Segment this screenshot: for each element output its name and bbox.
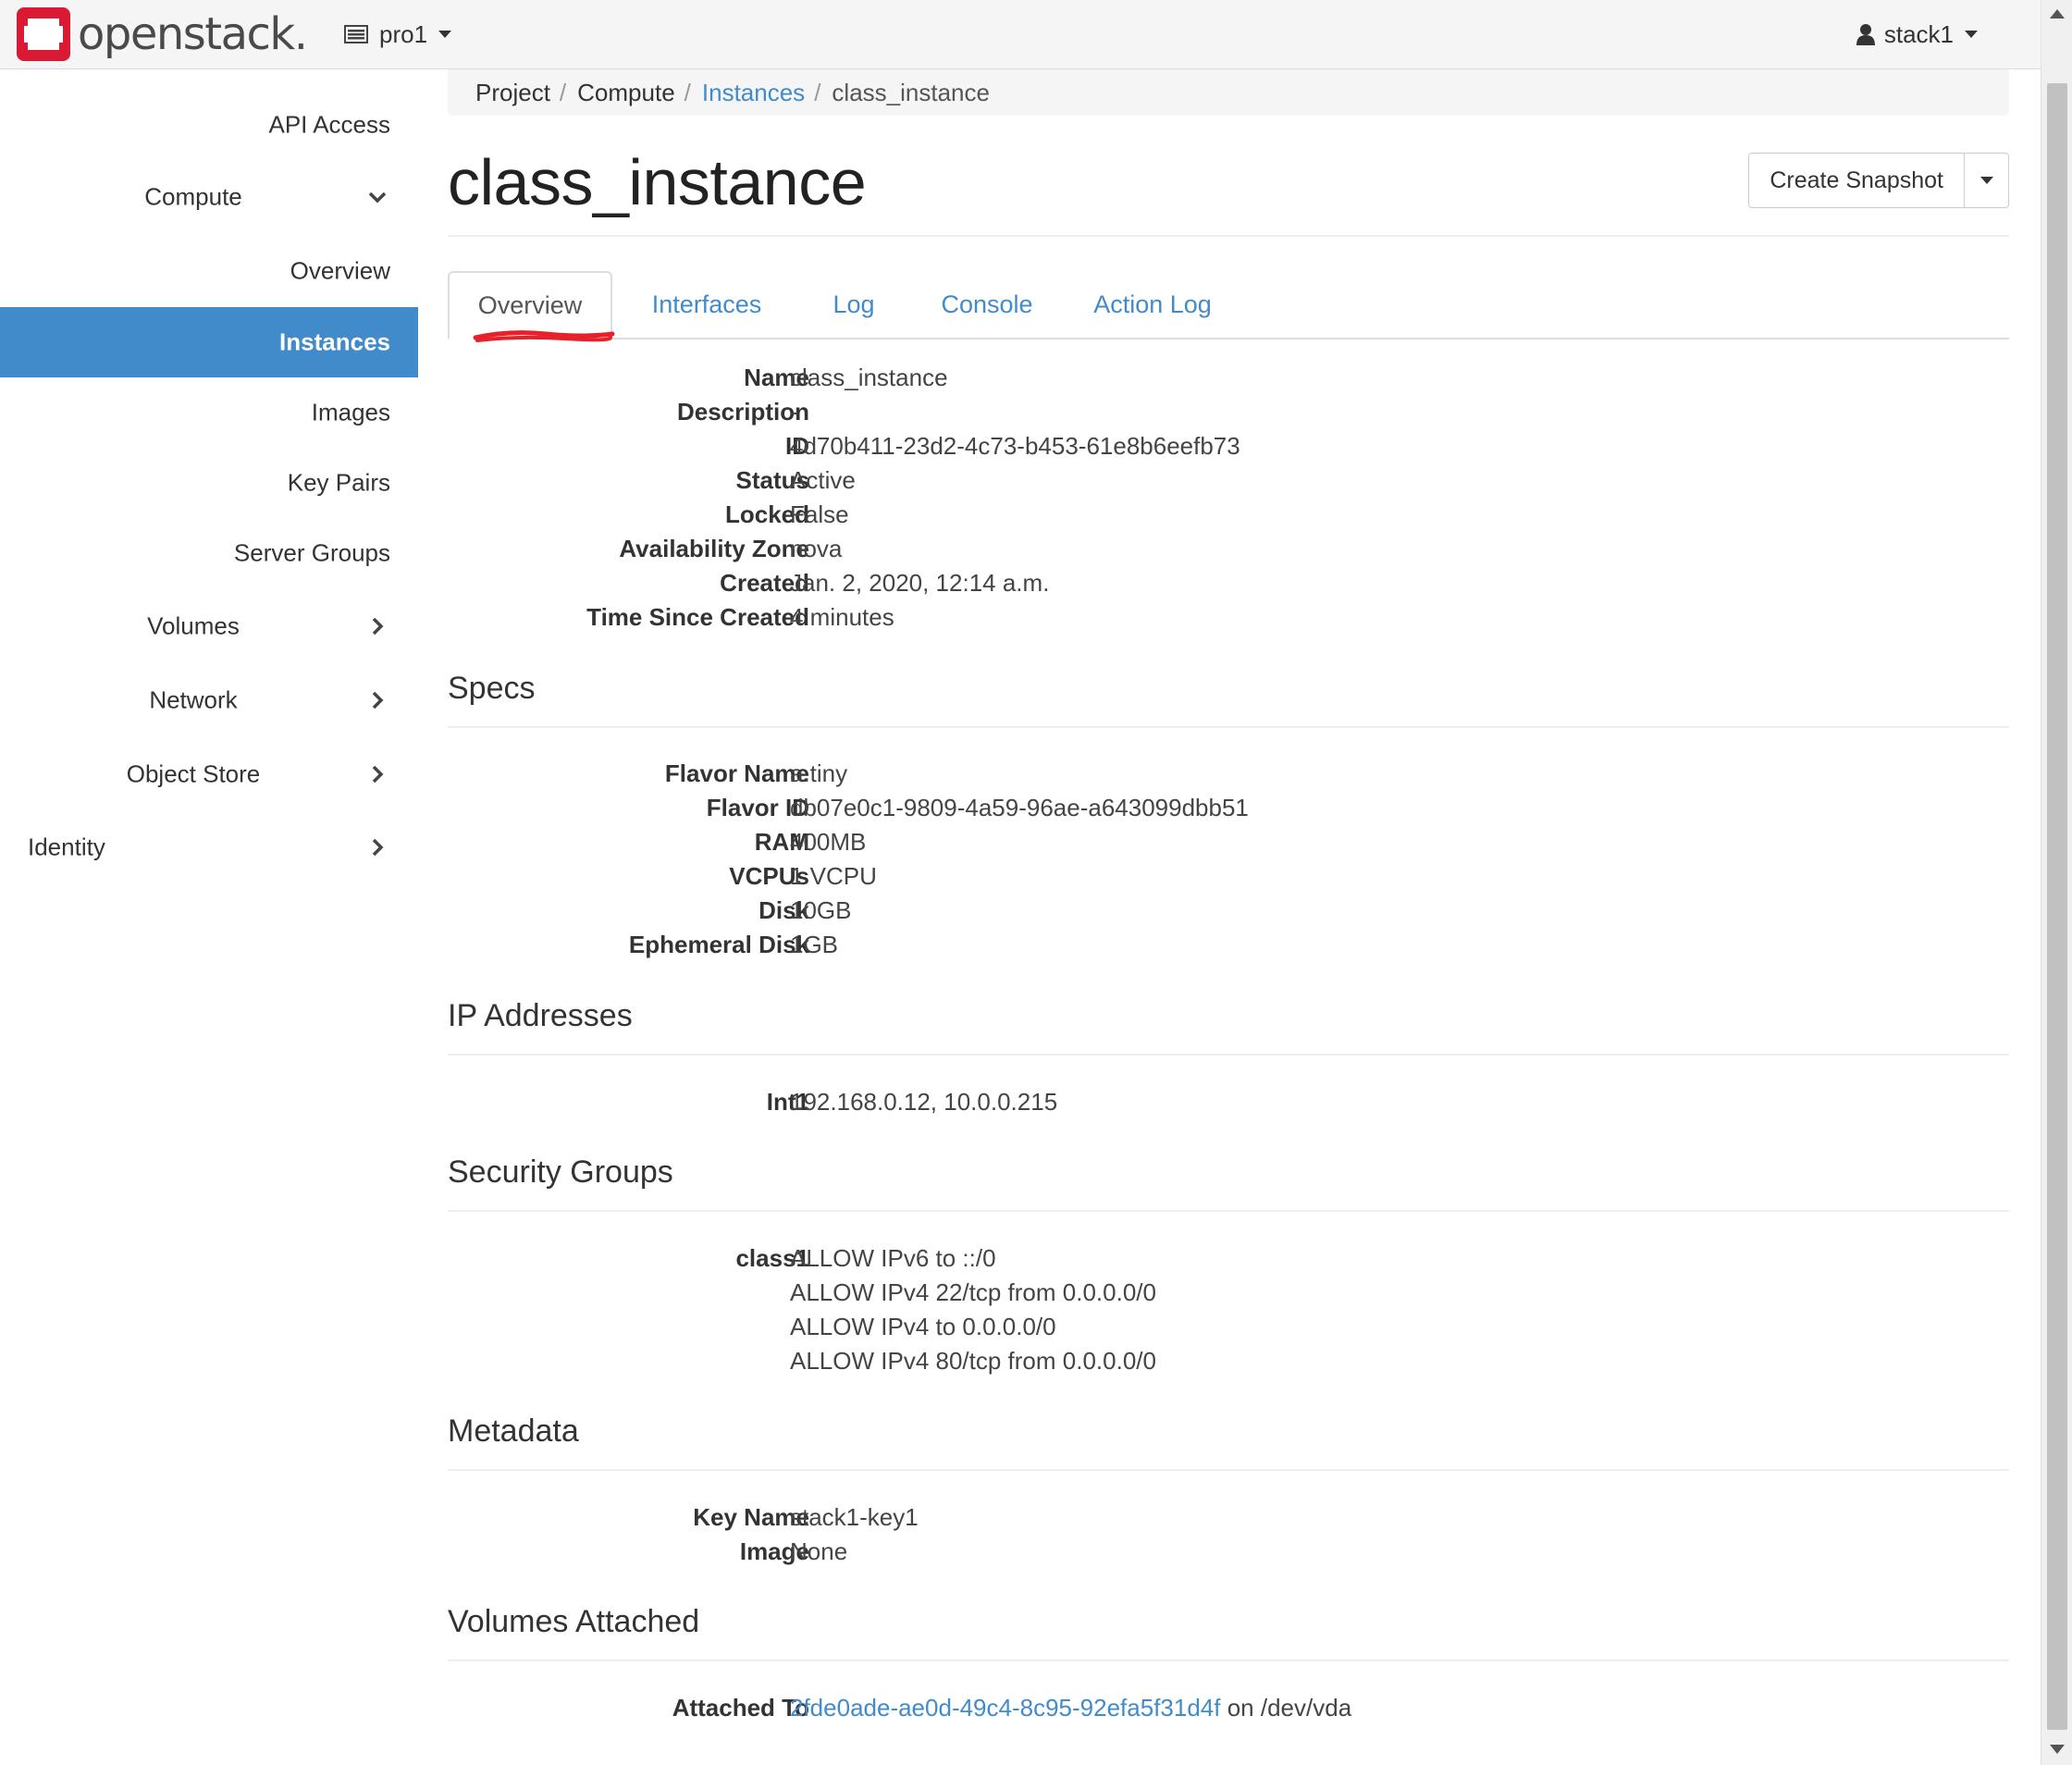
chevron-down-icon <box>368 191 387 204</box>
scroll-up-arrow-icon[interactable] <box>2050 9 2065 19</box>
section-title-metadata: Metadata <box>448 1413 579 1449</box>
detail-row-ram: RAM 400MB <box>754 828 867 856</box>
user-dropdown[interactable]: stack1 <box>1856 15 1978 54</box>
page-title: class_instance <box>448 146 867 218</box>
create-snapshot-button[interactable]: Create Snapshot <box>1748 153 1965 208</box>
snapshot-button-group: Create Snapshot <box>1748 153 2009 208</box>
detail-row-key-name: Key Name stack1-key1 <box>693 1503 919 1531</box>
project-dropdown[interactable]: pro1 <box>344 15 452 54</box>
sidebar-item-instances[interactable]: Instances <box>0 307 418 377</box>
sidebar-group-network[interactable]: Network <box>0 665 418 735</box>
actions-dropdown-toggle[interactable] <box>1965 153 2009 208</box>
detail-row-status: Status Active <box>735 466 856 494</box>
section-divider <box>448 1210 2009 1212</box>
brand-name: openstack. <box>78 8 308 60</box>
section-divider <box>448 1054 2009 1055</box>
project-name: pro1 <box>379 19 428 48</box>
section-title-specs: Specs <box>448 671 536 706</box>
scroll-thumb[interactable] <box>2047 83 2067 1730</box>
security-rule: ALLOW IPv4 80/tcp from 0.0.0.0/0 <box>790 1347 1156 1375</box>
openstack-logo-icon <box>17 7 70 61</box>
tab-log[interactable]: Log <box>796 271 912 338</box>
title-divider <box>448 235 2009 237</box>
detail-row-security-rule: ALLOW IPv4 to 0.0.0.0/0 <box>448 1313 2009 1347</box>
chevron-right-icon <box>372 838 384 857</box>
breadcrumb-separator: / <box>814 78 821 106</box>
detail-tabs: Overview Interfaces Log Console Action L… <box>448 271 2009 342</box>
user-name: stack1 <box>1883 19 1954 48</box>
vertical-scrollbar[interactable] <box>2041 0 2072 1765</box>
detail-row-name: Name class_instance <box>744 364 948 391</box>
caret-down-icon <box>1965 31 1978 38</box>
section-divider <box>448 1660 2009 1661</box>
breadcrumb-compute: Compute <box>577 78 675 106</box>
detail-row-attached-to: Attached To 2fde0ade-ae0d-49c4-8c95-92ef… <box>672 1694 1352 1722</box>
caret-down-icon <box>438 31 452 38</box>
detail-row-image: Image None <box>739 1537 848 1565</box>
security-rule: ALLOW IPv4 22/tcp from 0.0.0.0/0 <box>790 1278 1156 1306</box>
chevron-right-icon <box>372 691 384 710</box>
sidebar-group-compute[interactable]: Compute <box>0 162 418 232</box>
security-rule: ALLOW IPv4 to 0.0.0.0/0 <box>790 1313 1056 1340</box>
section-title-ip-addresses: IP Addresses <box>448 998 633 1033</box>
sidebar-item-overview[interactable]: Overview <box>0 236 418 306</box>
chevron-right-icon <box>372 765 384 784</box>
volume-mount-point: on /dev/vda <box>1220 1694 1352 1722</box>
section-title-volumes-attached: Volumes Attached <box>448 1604 700 1639</box>
detail-row-id: ID 4d70b411-23d2-4c73-b453-61e8b6eefb73 <box>785 432 1240 460</box>
top-navbar: openstack. pro1 stack1 <box>0 0 2041 69</box>
section-divider <box>448 726 2009 728</box>
breadcrumb-separator: / <box>559 78 567 106</box>
brand[interactable]: openstack. <box>17 6 308 63</box>
breadcrumb-current: class_instance <box>832 78 990 106</box>
detail-row-availability-zone: Availability Zone nova <box>619 535 843 562</box>
sidebar-group-identity[interactable]: Identity <box>0 812 418 882</box>
detail-row-disk: Disk 10GB <box>758 896 852 924</box>
sidebar-group-volumes[interactable]: Volumes <box>0 591 418 661</box>
detail-row-flavor-id: Flavor ID db07e0c1-9809-4a59-96ae-a64309… <box>706 794 1249 821</box>
scroll-down-arrow-icon[interactable] <box>2050 1745 2065 1754</box>
sidebar-group-object-store[interactable]: Object Store <box>0 739 418 809</box>
detail-row-description: Description - <box>676 398 809 426</box>
project-list-icon <box>344 25 368 43</box>
detail-row-created: Created Jan. 2, 2020, 12:14 a.m. <box>720 569 1050 597</box>
detail-row-vcpus: VCPUs 1 VCPU <box>729 862 877 890</box>
detail-row-ephemeral-disk: Ephemeral Disk 1GB <box>628 931 839 958</box>
breadcrumb-instances-link[interactable]: Instances <box>702 79 805 107</box>
sidebar-item-key-pairs[interactable]: Key Pairs <box>0 448 418 518</box>
tab-action-log[interactable]: Action Log <box>1062 271 1243 338</box>
user-icon <box>1856 24 1875 45</box>
detail-row-security-rule: ALLOW IPv4 22/tcp from 0.0.0.0/0 <box>448 1278 2009 1313</box>
detail-row-security-rule: ALLOW IPv4 80/tcp from 0.0.0.0/0 <box>448 1347 2009 1381</box>
red-annotation-underline <box>473 330 615 342</box>
detail-row-security-group: class1 ALLOW IPv6 to ::/0 <box>735 1244 996 1272</box>
tab-overview[interactable]: Overview <box>448 271 615 342</box>
sidebar-item-server-groups[interactable]: Server Groups <box>0 518 418 588</box>
sidebar-item-images[interactable]: Images <box>0 377 418 448</box>
breadcrumb: Project / Compute / Instances / class_in… <box>448 69 2009 116</box>
breadcrumb-separator: / <box>684 78 691 106</box>
breadcrumb-project: Project <box>475 78 550 106</box>
detail-row-network: Int1 192.168.0.12, 10.0.0.215 <box>766 1088 1058 1116</box>
detail-row-flavor-name: Flavor Name a.tiny <box>664 759 848 787</box>
detail-row-locked: Locked False <box>724 500 849 528</box>
sidebar: API Access Compute Overview Instances Im… <box>0 69 418 1765</box>
section-title-security-groups: Security Groups <box>448 1154 673 1190</box>
security-rule: ALLOW IPv6 to ::/0 <box>790 1244 996 1272</box>
tab-interfaces[interactable]: Interfaces <box>618 271 796 338</box>
sidebar-item-api-access[interactable]: API Access <box>0 90 418 160</box>
chevron-right-icon <box>372 617 384 636</box>
tab-console[interactable]: Console <box>912 271 1062 338</box>
volume-link[interactable]: 2fde0ade-ae0d-49c4-8c95-92efa5f31d4f <box>790 1694 1221 1722</box>
section-divider <box>448 1469 2009 1471</box>
detail-row-time-since-created: Time Since Created 4 minutes <box>586 603 894 631</box>
caret-down-icon <box>1980 177 1993 184</box>
